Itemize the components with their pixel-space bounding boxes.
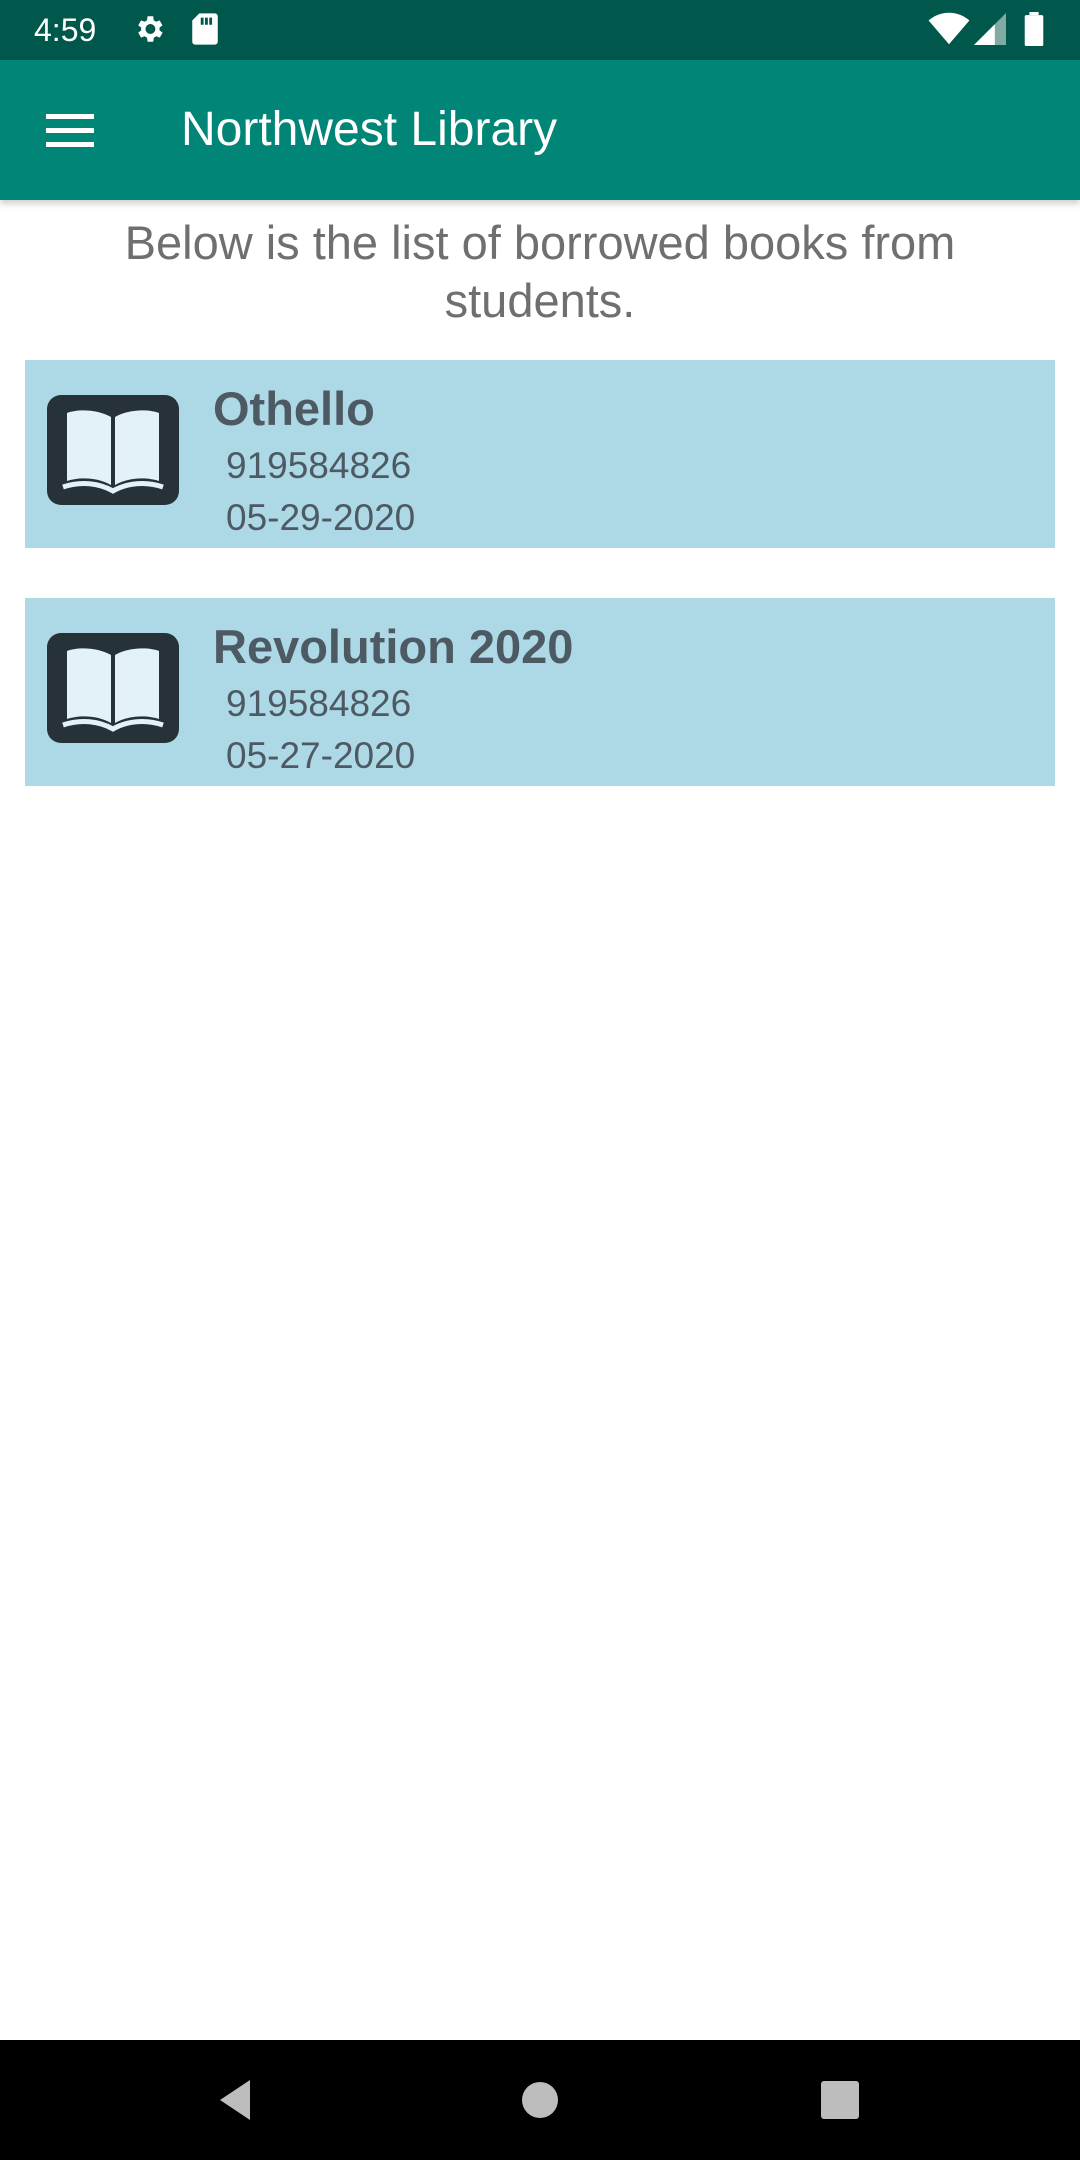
- app-title: Northwest Library: [181, 103, 558, 156]
- home-icon[interactable]: [510, 2070, 570, 2135]
- book-title: Othello: [213, 382, 375, 435]
- wifi-icon: [928, 12, 970, 51]
- book-date: 05-29-2020: [226, 497, 416, 538]
- status-bar: 4:59: [0, 0, 1080, 60]
- cell-signal-icon: [974, 12, 1006, 51]
- book-date: 05-27-2020: [226, 735, 416, 776]
- book-title: Revolution 2020: [213, 620, 574, 673]
- sd-card-icon: [190, 12, 220, 51]
- app-bar: Northwest Library: [0, 60, 1080, 200]
- open-book-icon: [47, 633, 179, 743]
- book-list-item[interactable]: Revolution 2020 919584826 05-27-2020: [25, 598, 1055, 786]
- intro-text: Below is the list of borrowed books from…: [124, 216, 956, 327]
- book-student-id: 919584826: [226, 445, 412, 486]
- back-icon[interactable]: [208, 2070, 268, 2135]
- battery-icon: [1024, 12, 1044, 51]
- status-time: 4:59: [34, 12, 97, 48]
- system-nav-bar: [0, 2040, 1080, 2160]
- book-student-id: 919584826: [226, 683, 412, 724]
- open-book-icon: [47, 395, 179, 505]
- recents-icon[interactable]: [810, 2070, 870, 2135]
- book-list-item[interactable]: Othello 919584826 05-29-2020: [25, 360, 1055, 548]
- gear-icon: [132, 12, 166, 51]
- hamburger-menu-icon[interactable]: [28, 90, 112, 170]
